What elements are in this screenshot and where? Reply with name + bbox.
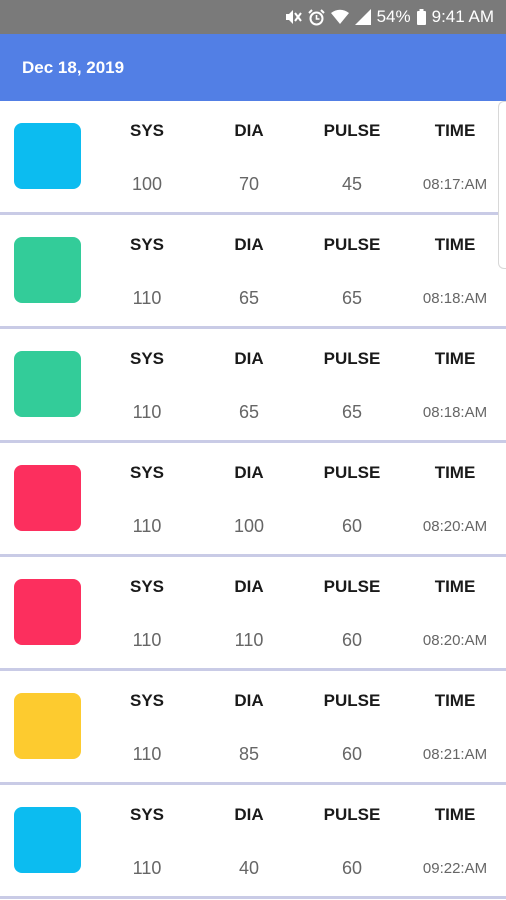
sys-label: SYS bbox=[129, 691, 165, 710]
sys-label: SYS bbox=[129, 577, 165, 596]
time-value: 08:20:AM bbox=[422, 632, 488, 649]
pulse-value: 60 bbox=[341, 516, 363, 536]
dia-label: DIA bbox=[234, 235, 264, 254]
pulse-label: PULSE bbox=[323, 463, 381, 482]
time-value: 09:22:AM bbox=[422, 860, 488, 877]
status-color-swatch bbox=[14, 351, 81, 417]
dia-value: 65 bbox=[238, 402, 260, 422]
list-item[interactable]: SYS 110 DIA 110 PULSE 60 TIME 08:20:AM bbox=[0, 557, 506, 671]
dia-label: DIA bbox=[234, 691, 264, 710]
sys-label: SYS bbox=[129, 235, 165, 254]
sys-label: SYS bbox=[129, 463, 165, 482]
pulse-label: PULSE bbox=[323, 349, 381, 368]
status-bar: 54% 9:41 AM bbox=[0, 0, 506, 34]
dia-value: 40 bbox=[238, 858, 260, 878]
dia-value: 110 bbox=[234, 630, 264, 650]
wifi-icon bbox=[330, 9, 349, 25]
sys-label: SYS bbox=[129, 121, 165, 140]
time-value: 08:18:AM bbox=[422, 290, 488, 307]
pulse-value: 65 bbox=[341, 402, 363, 422]
pulse-value: 60 bbox=[341, 858, 363, 878]
sys-value: 110 bbox=[132, 402, 162, 422]
sys-value: 110 bbox=[132, 630, 162, 650]
dia-label: DIA bbox=[234, 121, 264, 140]
app-header: Dec 18, 2019 bbox=[0, 34, 506, 101]
sys-value: 110 bbox=[132, 288, 162, 308]
list-item[interactable]: SYS 110 DIA 65 PULSE 65 TIME 08:18:AM bbox=[0, 329, 506, 443]
pulse-label: PULSE bbox=[323, 805, 381, 824]
status-color-swatch bbox=[14, 693, 81, 759]
pulse-value: 45 bbox=[341, 174, 363, 194]
clock: 9:41 AM bbox=[431, 7, 494, 26]
readings-list: SYS 100 DIA 70 PULSE 45 TIME 08:17:AM SYS 110 DIA 6… bbox=[0, 101, 506, 899]
dia-value: 100 bbox=[233, 516, 265, 536]
pulse-value: 60 bbox=[341, 630, 363, 650]
time-value: 08:17:AM bbox=[422, 176, 488, 193]
battery-icon bbox=[416, 9, 426, 25]
sys-label: SYS bbox=[129, 805, 165, 824]
list-item[interactable]: SYS 110 DIA 100 PULSE 60 TIME 08:20:AM bbox=[0, 443, 506, 557]
scroll-handle[interactable] bbox=[498, 101, 506, 269]
dia-label: DIA bbox=[234, 805, 264, 824]
sys-value: 110 bbox=[132, 858, 162, 878]
alarm-icon bbox=[307, 8, 325, 26]
pulse-label: PULSE bbox=[323, 235, 381, 254]
dia-value: 65 bbox=[238, 288, 260, 308]
battery-percent: 54% bbox=[376, 7, 411, 26]
signal-icon bbox=[354, 9, 371, 25]
time-label: TIME bbox=[434, 805, 476, 824]
sys-label: SYS bbox=[129, 349, 165, 368]
dia-label: DIA bbox=[234, 577, 264, 596]
status-color-swatch bbox=[14, 807, 81, 873]
list-item[interactable]: SYS 100 DIA 70 PULSE 45 TIME 08:17:AM bbox=[0, 101, 506, 215]
list-item[interactable]: SYS 110 DIA 65 PULSE 65 TIME 08:18:AM bbox=[0, 215, 506, 329]
list-item[interactable]: SYS 110 DIA 40 PULSE 60 TIME 09:22:AM bbox=[0, 785, 506, 899]
dia-label: DIA bbox=[234, 349, 264, 368]
time-label: TIME bbox=[434, 691, 476, 710]
dia-value: 70 bbox=[238, 174, 260, 194]
time-label: TIME bbox=[434, 463, 476, 482]
time-value: 08:20:AM bbox=[422, 518, 488, 535]
time-label: TIME bbox=[434, 577, 476, 596]
pulse-value: 60 bbox=[341, 744, 363, 764]
status-color-swatch bbox=[14, 237, 81, 303]
sys-value: 100 bbox=[131, 174, 163, 194]
pulse-label: PULSE bbox=[323, 691, 381, 710]
pulse-label: PULSE bbox=[323, 121, 381, 140]
dia-value: 85 bbox=[238, 744, 260, 764]
pulse-value: 65 bbox=[341, 288, 363, 308]
status-color-swatch bbox=[14, 123, 81, 189]
time-label: TIME bbox=[434, 349, 476, 368]
sys-value: 110 bbox=[132, 744, 162, 764]
status-color-swatch bbox=[14, 465, 81, 531]
time-value: 08:18:AM bbox=[422, 404, 488, 421]
time-value: 08:21:AM bbox=[422, 746, 488, 763]
pulse-label: PULSE bbox=[323, 577, 381, 596]
dia-label: DIA bbox=[234, 463, 264, 482]
status-color-swatch bbox=[14, 579, 81, 645]
mute-icon bbox=[284, 9, 302, 25]
time-label: TIME bbox=[434, 235, 476, 254]
page-title-date: Dec 18, 2019 bbox=[22, 57, 125, 77]
sys-value: 110 bbox=[132, 516, 162, 536]
list-item[interactable]: SYS 110 DIA 85 PULSE 60 TIME 08:21:AM bbox=[0, 671, 506, 785]
time-label: TIME bbox=[434, 121, 476, 140]
